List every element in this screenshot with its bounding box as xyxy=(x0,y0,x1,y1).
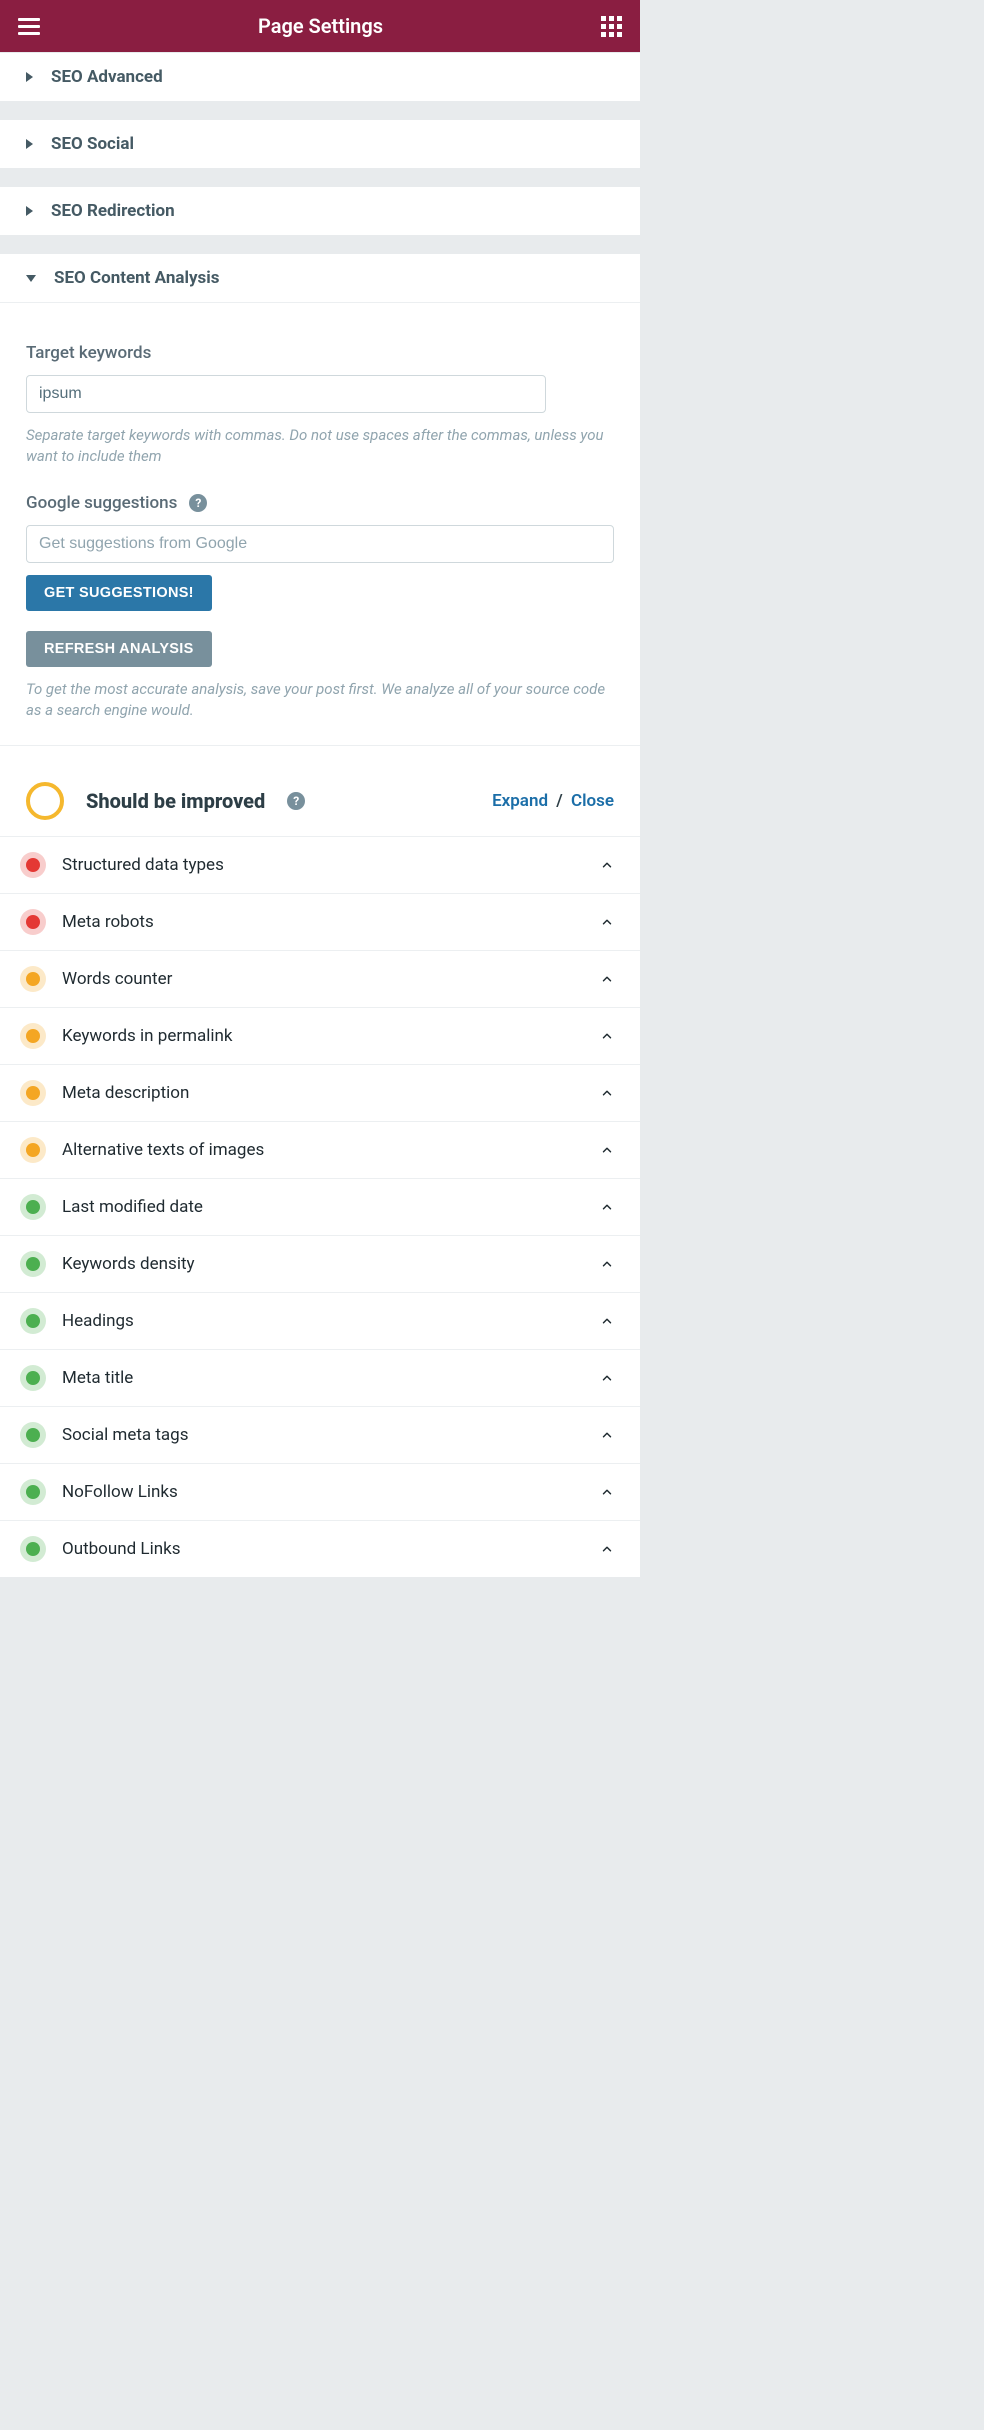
app-grid-icon[interactable] xyxy=(601,16,622,37)
analysis-list: Structured data types Meta robots Words co… xyxy=(0,836,640,1577)
divider xyxy=(0,235,640,253)
chevron-up-icon xyxy=(600,858,614,872)
status-dot-orange xyxy=(26,1029,40,1043)
get-suggestions-button[interactable]: GET SUGGESTIONS! xyxy=(26,575,212,611)
analysis-item[interactable]: Headings xyxy=(0,1292,640,1349)
section-seo-content-analysis[interactable]: SEO Content Analysis xyxy=(0,253,640,302)
section-seo-advanced[interactable]: SEO Advanced xyxy=(0,52,640,101)
chevron-up-icon xyxy=(600,1257,614,1271)
divider xyxy=(0,101,640,119)
analysis-item[interactable]: Last modified date xyxy=(0,1178,640,1235)
page-title: Page Settings xyxy=(258,14,383,38)
score-row: Should be improved ? Expand / Close xyxy=(0,766,640,836)
analysis-item[interactable]: Structured data types xyxy=(0,836,640,893)
google-suggestions-label: Google suggestions ? xyxy=(26,493,614,513)
analysis-label: NoFollow Links xyxy=(62,1482,578,1502)
analysis-label: Last modified date xyxy=(62,1197,578,1217)
google-suggestions-label-text: Google suggestions xyxy=(26,493,177,513)
analysis-item[interactable]: Outbound Links xyxy=(0,1520,640,1577)
chevron-right-icon xyxy=(26,139,33,149)
section-title: SEO Advanced xyxy=(51,67,163,87)
section-seo-social[interactable]: SEO Social xyxy=(0,119,640,168)
target-keywords-label: Target keywords xyxy=(26,343,614,363)
status-dot-green xyxy=(26,1542,40,1556)
analysis-label: Structured data types xyxy=(62,855,578,875)
chevron-up-icon xyxy=(600,1485,614,1499)
hamburger-icon[interactable] xyxy=(18,18,40,35)
analysis-label: Headings xyxy=(62,1311,578,1331)
chevron-down-icon xyxy=(26,275,36,282)
chevron-up-icon xyxy=(600,1542,614,1556)
analysis-item[interactable]: Meta description xyxy=(0,1064,640,1121)
chevron-up-icon xyxy=(600,1428,614,1442)
chevron-up-icon xyxy=(600,1314,614,1328)
divider xyxy=(0,745,640,746)
refresh-analysis-button[interactable]: REFRESH ANALYSIS xyxy=(26,631,212,667)
analysis-item[interactable]: Social meta tags xyxy=(0,1406,640,1463)
target-keywords-input[interactable] xyxy=(26,375,546,413)
analysis-label: Social meta tags xyxy=(62,1425,578,1445)
chevron-right-icon xyxy=(26,206,33,216)
status-dot-green xyxy=(26,1371,40,1385)
chevron-up-icon xyxy=(600,915,614,929)
analysis-label: Words counter xyxy=(62,969,578,989)
chevron-up-icon xyxy=(600,1200,614,1214)
section-title: SEO Social xyxy=(51,134,134,154)
section-title: SEO Content Analysis xyxy=(54,268,219,288)
chevron-up-icon xyxy=(600,972,614,986)
help-icon[interactable]: ? xyxy=(287,792,305,810)
chevron-up-icon xyxy=(600,1143,614,1157)
analysis-item[interactable]: NoFollow Links xyxy=(0,1463,640,1520)
status-dot-orange xyxy=(26,1143,40,1157)
status-dot-green xyxy=(26,1200,40,1214)
chevron-up-icon xyxy=(600,1371,614,1385)
content-analysis-panel: Target keywords Separate target keywords… xyxy=(0,302,640,766)
analysis-item[interactable]: Meta robots xyxy=(0,893,640,950)
status-dot-red xyxy=(26,915,40,929)
chevron-up-icon xyxy=(600,1086,614,1100)
score-circle-icon xyxy=(26,782,64,820)
status-dot-green xyxy=(26,1257,40,1271)
google-suggestions-input[interactable] xyxy=(26,525,614,563)
status-dot-green xyxy=(26,1428,40,1442)
score-actions: Expand / Close xyxy=(492,791,614,811)
chevron-right-icon xyxy=(26,72,33,82)
divider xyxy=(0,168,640,186)
separator: / xyxy=(552,791,566,811)
section-seo-redirection[interactable]: SEO Redirection xyxy=(0,186,640,235)
help-icon[interactable]: ? xyxy=(189,494,207,512)
expand-link[interactable]: Expand xyxy=(492,791,548,811)
analysis-item[interactable]: Keywords in permalink xyxy=(0,1007,640,1064)
analysis-label: Meta robots xyxy=(62,912,578,932)
analysis-label: Alternative texts of images xyxy=(62,1140,578,1160)
score-title: Should be improved xyxy=(86,789,265,813)
status-dot-orange xyxy=(26,972,40,986)
refresh-hint: To get the most accurate analysis, save … xyxy=(26,679,614,721)
analysis-item[interactable]: Meta title xyxy=(0,1349,640,1406)
analysis-item[interactable]: Alternative texts of images xyxy=(0,1121,640,1178)
status-dot-orange xyxy=(26,1086,40,1100)
status-dot-green xyxy=(26,1314,40,1328)
close-link[interactable]: Close xyxy=(571,791,614,811)
analysis-item[interactable]: Words counter xyxy=(0,950,640,1007)
analysis-label: Meta title xyxy=(62,1368,578,1388)
target-keywords-hint: Separate target keywords with commas. Do… xyxy=(26,425,614,467)
chevron-up-icon xyxy=(600,1029,614,1043)
analysis-label: Outbound Links xyxy=(62,1539,578,1559)
analysis-label: Meta description xyxy=(62,1083,578,1103)
analysis-item[interactable]: Keywords density xyxy=(0,1235,640,1292)
top-header: Page Settings xyxy=(0,0,640,52)
status-dot-red xyxy=(26,858,40,872)
section-title: SEO Redirection xyxy=(51,201,175,221)
analysis-label: Keywords in permalink xyxy=(62,1026,578,1046)
status-dot-green xyxy=(26,1485,40,1499)
analysis-label: Keywords density xyxy=(62,1254,578,1274)
